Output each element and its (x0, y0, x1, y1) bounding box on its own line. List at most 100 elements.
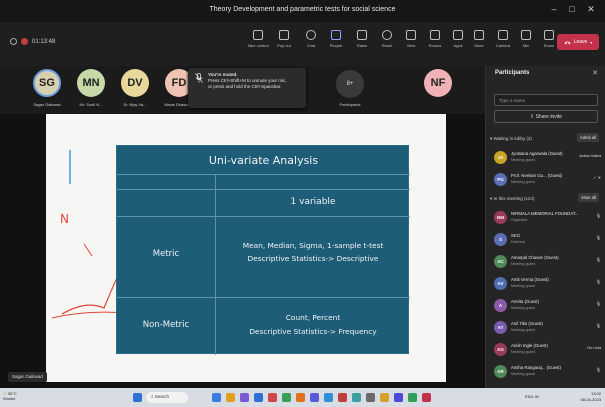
meeting-toolbar: 01:13:48 Take control Pop out Chat People Ra… (0, 22, 605, 66)
taskbar-app-icon[interactable] (338, 393, 347, 402)
taskbar-app-icon[interactable] (352, 393, 361, 402)
taskbar-search-label: Search (154, 394, 170, 399)
taskbar-app-icon[interactable] (254, 393, 263, 402)
taskbar-app-icon[interactable] (408, 393, 417, 402)
taskbar-app-icon[interactable] (212, 393, 221, 402)
clock-date: 08-04-2023 (580, 396, 601, 402)
windows-taskbar: ☀ 30°C Smoke ⌕ Search ENG IN 13:02 08-04… (0, 388, 605, 407)
participant-role: Meeting guest (511, 350, 535, 354)
participant-row[interactable]: S SKG External 🎙 (486, 230, 605, 252)
avatar-dv[interactable]: DV (121, 69, 149, 97)
participant-avatar: AT (494, 321, 507, 334)
taskbar-app-icon[interactable] (296, 393, 305, 402)
participant-status[interactable]: 🎙 (596, 235, 601, 240)
taskbar-app-icon[interactable] (366, 393, 375, 402)
toolbar-button-more[interactable]: More (468, 30, 490, 48)
participant-status[interactable]: On hold (587, 345, 601, 350)
participant-search-input[interactable]: Type a name (494, 94, 598, 106)
toolbar-button-mic[interactable]: Mic (515, 30, 537, 48)
admit-all-button[interactable]: Admit all (576, 133, 599, 142)
rooms-icon (430, 30, 440, 40)
participant-status[interactable]: 🎙 (596, 279, 601, 284)
participant-status[interactable]: ✓ ✕ (593, 175, 601, 180)
taskbar-app-icon[interactable] (394, 393, 403, 402)
participant-name: SKG (511, 233, 521, 238)
taskbar-app-icon[interactable] (226, 393, 235, 402)
participant-name: Anitha Rangaraj... (Guest) (511, 365, 561, 370)
participant-status[interactable]: 🎙 (596, 257, 601, 262)
people-icon (331, 30, 341, 40)
participant-row[interactable]: AC Amarpal Chavan (Guest) Meeting guest 🎙 (486, 252, 605, 274)
toolbar-button-camera[interactable]: Camera (492, 30, 514, 48)
meeting-header-label: In this meeting (124) (493, 196, 535, 201)
shared-content-stage: N Uni-variate Analysis 1 variable Metric… (0, 114, 485, 388)
participant-avatar: JA (494, 151, 507, 164)
toolbar-button-raise[interactable]: Raise (351, 30, 373, 48)
participant-role: Meeting guest (511, 306, 535, 310)
toolbar-button-view[interactable]: View (400, 30, 422, 48)
participant-status[interactable]: 🎙 (596, 367, 601, 372)
taskbar-app-icon[interactable] (324, 393, 333, 402)
meeting-section-header[interactable]: ▾ In this meeting (124) (490, 196, 535, 202)
start-icon[interactable] (133, 393, 142, 402)
participant-avatar: PG (494, 173, 507, 186)
metric-spss-path: Descriptive Statistics-> Descriptive (247, 254, 379, 263)
toolbar-button-people[interactable]: People (325, 30, 347, 48)
toolbar-button-pop-out[interactable]: Pop out (273, 30, 295, 48)
participant-status[interactable]: Action failed (579, 153, 601, 158)
toolbar-button-chat[interactable]: Chat (300, 30, 322, 48)
lobby-section-header[interactable]: ▾ Waiting in lobby (2) (490, 136, 532, 142)
leave-button[interactable]: Leave ▾ (557, 34, 599, 50)
close-window-button[interactable]: ✕ (585, 4, 597, 15)
toolbar-button-label: People (329, 43, 343, 48)
toast-line-3: or press and hold the Ctrl+Spacebar. (208, 84, 282, 89)
toolbar-button-label: Share (543, 43, 555, 48)
participant-status[interactable]: 🎙 (596, 213, 601, 218)
mute-all-button[interactable]: Mute all (578, 193, 599, 202)
avatar-sg[interactable]: SG (33, 69, 61, 97)
participant-row[interactable]: NM NIRMALA MEMORIAL FOUNDAT... Organizer 🎙 (486, 208, 605, 230)
participant-row[interactable]: AR Anitha Rangaraj... (Guest) Meeting gues… (486, 362, 605, 384)
mic-icon (521, 30, 531, 40)
share-invite-button[interactable]: ⇪ Share invite (494, 110, 598, 123)
toolbar-button-take-control[interactable]: Take control (247, 30, 269, 48)
tray-language[interactable]: ENG IN (525, 394, 539, 399)
taskbar-app-icon[interactable] (422, 393, 431, 402)
participant-row[interactable]: PG Prof. Neelam Gu... (Guest) Meeting gues… (486, 170, 605, 192)
participant-row[interactable]: AT Anil Tike (Guest) Meeting guest 🎙 (486, 318, 605, 340)
taskbar-app-icon[interactable] (310, 393, 319, 402)
participant-name: NIRMALA MEMORIAL FOUNDAT... (511, 211, 579, 216)
toolbar-button-label: Apps (453, 43, 463, 48)
participant-row[interactable]: AV Amit Verma (Guest) Meeting guest 🎙 (486, 274, 605, 296)
taskbar-search[interactable]: ⌕ Search (146, 392, 188, 403)
maximize-button[interactable]: □ (566, 4, 578, 14)
toolbar-button-label: Rooms (428, 43, 442, 48)
participant-row[interactable]: A Amrita (Guest) Meeting guest 🎙 (486, 296, 605, 318)
participant-row[interactable]: AG Anish Ingle (Guest) Meeting guest On hol… (486, 340, 605, 362)
shield-icon (10, 38, 17, 45)
participant-strip: SG Sagar Gaikwad MN Mr. Sunil N... DV Dr… (0, 66, 485, 114)
toolbar-button-rooms[interactable]: Rooms (424, 30, 446, 48)
taskbar-app-icon[interactable] (380, 393, 389, 402)
taskbar-clock[interactable]: 13:02 08-04-2023 (581, 391, 601, 402)
taskbar-app-icon[interactable] (268, 393, 277, 402)
participant-row[interactable]: JA Jyotsana Agarwala (Guest) Meeting guest… (486, 148, 605, 170)
more-icon (474, 30, 484, 40)
avatar-nf[interactable]: NF (424, 69, 452, 97)
taskbar-app-icon[interactable] (240, 393, 249, 402)
avatar-mn[interactable]: MN (77, 69, 105, 97)
toolbar-button-react[interactable]: React (376, 30, 398, 48)
weather-widget[interactable]: ☀ 30°C Smoke (3, 391, 17, 401)
participant-role: Meeting guest (511, 284, 535, 288)
minimize-button[interactable]: – (548, 4, 560, 14)
taskbar-app-icon[interactable] (282, 393, 291, 402)
divider (117, 189, 410, 190)
participant-status[interactable]: 🎙 (596, 323, 601, 328)
univariate-table: Uni-variate Analysis 1 variable Metric M… (116, 145, 410, 355)
toolbar-button-label: Camera (495, 43, 511, 48)
close-panel-button[interactable]: ✕ (592, 69, 598, 77)
participant-status[interactable]: 🎙 (596, 301, 601, 306)
participant-avatar: AV (494, 277, 507, 290)
toolbar-button-apps[interactable]: Apps (447, 30, 469, 48)
more-participants-button[interactable]: 8+ (336, 70, 364, 98)
